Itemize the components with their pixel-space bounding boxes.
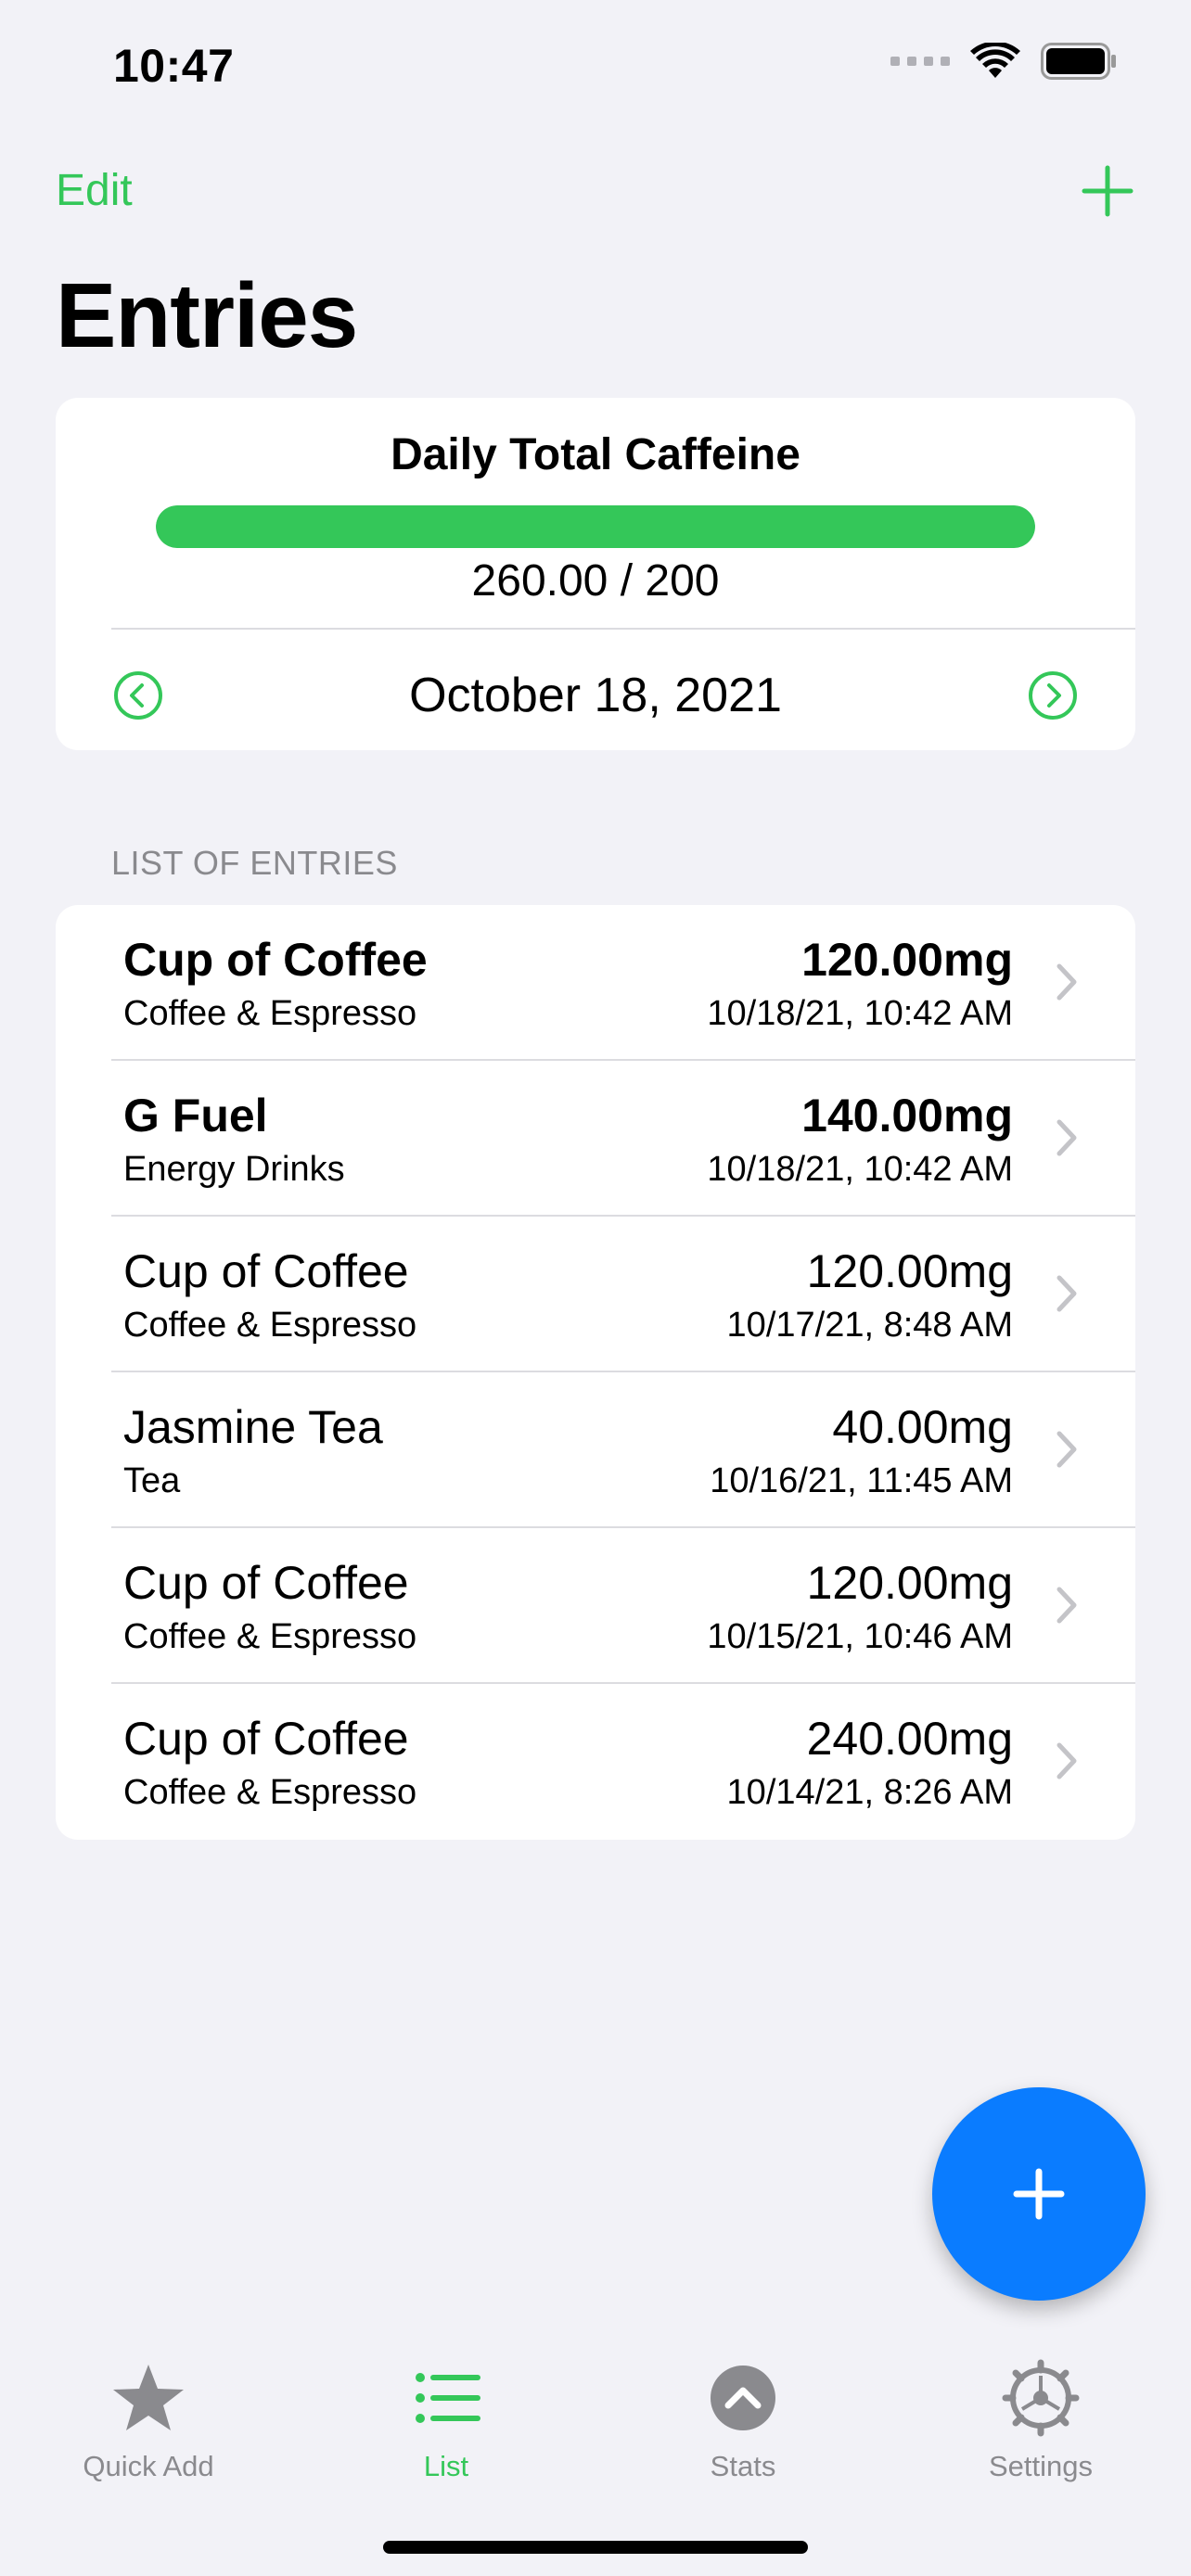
entry-time: 10/17/21, 8:48 AM [726, 1306, 1013, 1345]
list-item[interactable]: Cup of Coffee Coffee & Espresso 240.00mg… [56, 1684, 1135, 1840]
entry-name: Cup of Coffee [123, 1557, 409, 1609]
entry-time: 10/14/21, 8:26 AM [726, 1773, 1013, 1812]
list-item[interactable]: Cup of Coffee Coffee & Espresso 120.00mg… [56, 1217, 1135, 1372]
plus-icon[interactable] [1082, 165, 1133, 217]
page-title: Entries [56, 264, 358, 366]
entry-time: 10/15/21, 10:46 AM [707, 1617, 1013, 1656]
entry-name: Cup of Coffee [123, 1713, 409, 1765]
chevron-right-icon [1057, 1742, 1077, 1779]
entry-time: 10/16/21, 11:45 AM [710, 1461, 1013, 1500]
entries-screen: 10:47 Edit Entries Daily Total Caffeine … [0, 0, 1191, 2576]
chevron-right-icon [1057, 1431, 1077, 1468]
tab-label: Settings [988, 2450, 1093, 2482]
list-icon [416, 2373, 480, 2423]
tab-stats[interactable]: Stats [632, 2359, 854, 2483]
entry-amount: 120.00mg [806, 1245, 1013, 1297]
chevron-right-icon [1057, 1587, 1077, 1624]
chevron-up-circle-icon [711, 2366, 775, 2430]
progress-fill [156, 505, 1035, 548]
list-section-header: LIST OF ENTRIES [111, 844, 398, 882]
entry-amount: 140.00mg [801, 1090, 1013, 1141]
entry-name: Cup of Coffee [123, 1245, 409, 1297]
entry-amount: 120.00mg [801, 934, 1013, 986]
tab-label: Stats [710, 2450, 776, 2482]
tab-quick-add[interactable]: Quick Add [37, 2359, 260, 2483]
entry-category: Coffee & Espresso [123, 1773, 417, 1812]
caffeine-progress-bar [156, 505, 1035, 548]
daily-total-card: Daily Total Caffeine 260.00 / 200 Octobe… [56, 398, 1135, 750]
entries-list: Cup of Coffee Coffee & Espresso 120.00mg… [56, 905, 1135, 1840]
home-indicator [383, 2541, 808, 2554]
list-item[interactable]: Cup of Coffee Coffee & Espresso 120.00mg… [56, 905, 1135, 1061]
list-item[interactable]: G Fuel Energy Drinks 140.00mg 10/18/21, … [56, 1061, 1135, 1217]
tab-list[interactable]: List [335, 2359, 557, 2483]
status-time: 10:47 [113, 40, 235, 92]
tab-settings[interactable]: Settings [929, 2359, 1152, 2483]
chevron-right-circle-icon[interactable] [1028, 670, 1078, 721]
entry-amount: 40.00mg [832, 1401, 1013, 1453]
star-icon [113, 2365, 184, 2430]
chevron-right-icon [1057, 1275, 1077, 1312]
divider [111, 628, 1135, 630]
entry-time: 10/18/21, 10:42 AM [707, 1150, 1013, 1189]
wifi-icon [970, 43, 1020, 78]
entry-name: Jasmine Tea [123, 1401, 383, 1453]
chevron-right-icon [1057, 1119, 1077, 1156]
tab-label: List [423, 2450, 469, 2482]
entry-time: 10/18/21, 10:42 AM [707, 994, 1013, 1033]
status-icons [890, 43, 1117, 80]
entry-category: Tea [123, 1461, 181, 1500]
entry-amount: 240.00mg [806, 1713, 1013, 1765]
entry-name: G Fuel [123, 1090, 268, 1141]
plus-icon [1013, 2168, 1065, 2220]
entry-category: Energy Drinks [123, 1150, 345, 1189]
gear-icon [1002, 2359, 1080, 2437]
list-item[interactable]: Jasmine Tea Tea 40.00mg 10/16/21, 11:45 … [56, 1372, 1135, 1528]
entry-category: Coffee & Espresso [123, 1617, 417, 1656]
tab-label: Quick Add [83, 2450, 214, 2482]
entry-amount: 120.00mg [806, 1557, 1013, 1609]
entry-category: Coffee & Espresso [123, 1306, 417, 1345]
date-selector: October 18, 2021 [56, 641, 1135, 750]
entry-name: Cup of Coffee [123, 934, 428, 986]
selected-date: October 18, 2021 [409, 669, 782, 722]
battery-icon [1041, 43, 1116, 80]
cellular-signal-icon [890, 57, 950, 66]
entry-category: Coffee & Espresso [123, 994, 417, 1033]
progress-text: 260.00 / 200 [471, 556, 720, 606]
add-entry-fab[interactable] [932, 2087, 1146, 2301]
daily-total-title: Daily Total Caffeine [391, 430, 800, 479]
list-item[interactable]: Cup of Coffee Coffee & Espresso 120.00mg… [56, 1528, 1135, 1684]
chevron-right-icon [1057, 963, 1077, 1001]
edit-button[interactable]: Edit [56, 165, 133, 216]
